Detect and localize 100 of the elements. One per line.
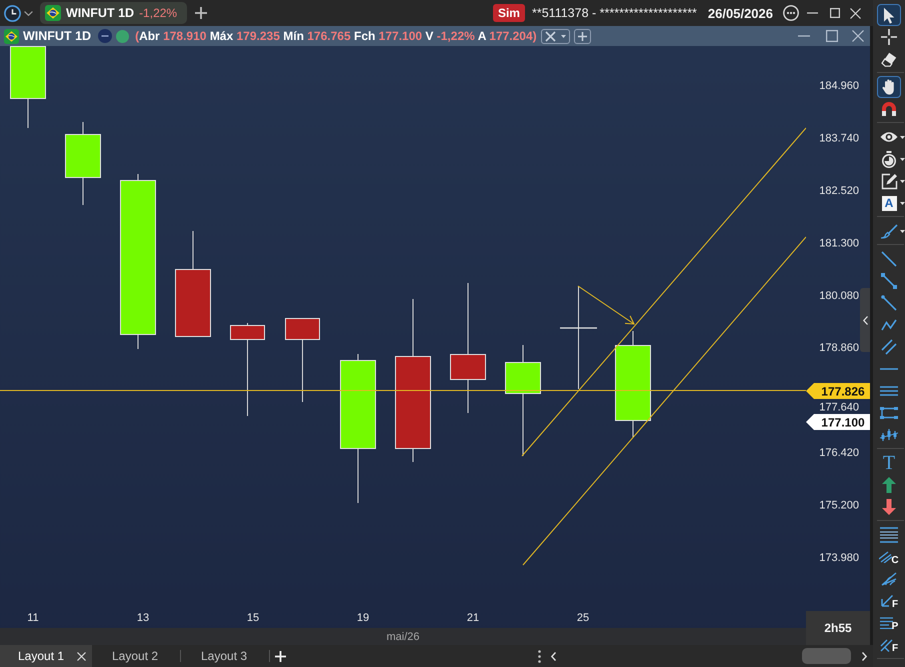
ray-line-icon [881,295,897,311]
clock-icon [4,4,21,22]
add-tab-button[interactable] [193,5,210,21]
close-icon [850,8,861,18]
scroll-right-button[interactable] [860,650,869,662]
countdown-label: 2h55 [824,621,852,635]
brush-icon [880,223,898,239]
pointer-tool-button[interactable] [877,4,901,26]
price-label: 177.640 [819,402,859,414]
price-label: 178.860 [819,342,859,354]
caret-down-icon [560,34,566,38]
range-icon [880,407,898,419]
plus-icon [578,32,587,40]
pane-close-button[interactable] [850,28,866,44]
clock-menu-button[interactable] [3,2,34,24]
crossed-lines-icon [880,638,893,652]
menu-icon[interactable] [538,650,541,662]
parallel-lines-icon [881,339,897,355]
price-label: 182.520 [819,184,859,197]
minimize-icon [798,35,810,37]
pencil-icon [880,172,898,190]
close-icon[interactable] [77,652,86,660]
trend-line[interactable] [522,128,806,456]
more-button[interactable] [781,3,801,23]
maximize-icon [826,30,838,42]
cross-levels-tool-button[interactable]: F [877,634,901,656]
axis-date-label: 21 [466,612,480,624]
chart-symbol: WINFUT 1D [23,29,92,43]
trend-line[interactable] [522,236,806,566]
arrow-levels-tool-button[interactable]: F [877,590,901,612]
fan-lines-icon [881,572,897,586]
collapse-panel-button[interactable] [860,288,870,352]
caret-down-icon [900,180,905,182]
hand-icon [882,79,896,95]
crossed-tools-icon [544,30,556,42]
axis-date-label: 25 [576,612,590,624]
chevron-down-icon [24,10,33,16]
price-tag: 177.826 [806,383,870,399]
scrollbar-thumb[interactable] [802,648,851,664]
month-label: mai/26 [386,630,420,642]
text-tool-button[interactable]: T [877,452,901,474]
chevron-right-icon [862,652,867,660]
round-logo-icon [98,29,112,43]
candlestick-icon [880,428,898,442]
price-label: 176.420 [819,447,859,460]
maximize-icon [830,8,840,18]
channel-levels-tool-button[interactable]: C [877,546,901,568]
axis-date-label: 11 [27,612,39,624]
drawing-tools-button[interactable] [540,28,570,44]
diagonal-line-icon [881,251,897,267]
hand-tool-button[interactable] [877,76,901,98]
up-arrow-icon [882,477,896,493]
stacked-lines-icon [880,527,898,543]
magnet-icon [881,102,897,116]
more-icon [783,5,799,21]
zigzag-icon [881,319,897,331]
price-label: 183.740 [819,132,859,144]
account-label: **5111378 - ******************** [532,6,697,20]
minimize-icon [807,12,818,14]
chevron-left-icon [862,316,868,324]
text-box-tool-button[interactable]: A [877,192,905,214]
levels-tool-button[interactable] [877,524,901,546]
price-label: 173.980 [819,552,859,564]
arrow[interactable] [578,286,635,325]
caret-down-icon [900,230,905,232]
stopwatch-icon [881,150,897,168]
cursor-icon [883,6,895,24]
pane-maximize-button[interactable] [824,28,840,44]
line-segment-icon [881,273,897,289]
down-arrow-icon [882,499,896,515]
diagonal-lines-icon [879,551,892,563]
eraser-icon [881,52,897,66]
horizontal-lines-icon [880,386,898,396]
add-indicator-button[interactable] [574,28,591,44]
axis-date-label: 13 [136,612,150,624]
diagonal-arrow-icon [880,594,893,608]
horizontal-line-icon [880,368,898,370]
price-label: 180.080 [819,290,859,302]
close-icon [852,30,864,42]
plus-icon [195,7,208,19]
eye-icon [880,131,898,143]
price-levels-tool-button[interactable]: P [877,612,901,634]
axis-date-label: 19 [356,612,370,624]
layout-tab[interactable]: Layout 1 [0,645,92,667]
flag-icon [45,5,61,21]
layout-tab[interactable]: Layout 3 [181,645,269,667]
price-label: 175.200 [819,500,859,512]
layout-tab[interactable]: Layout 2 [92,645,180,667]
plus-icon [275,650,286,662]
symbol-tab[interactable]: WINFUT 1D -1,22% [40,2,188,24]
caret-down-icon [900,158,905,160]
caret-down-icon [900,202,905,204]
quote-summary: (Abr 178.910 Máx 179.235 Mín 176.765 Fch 177.100 V -1,22% A 177.204) [135,29,537,43]
price-label: 184.960 [819,80,859,92]
status-dot-icon [116,30,130,42]
chevron-left-icon [551,652,556,660]
caret-down-icon [900,136,905,138]
lines-icon [880,617,893,629]
crosshair-icon [881,29,897,45]
price-label: 181.300 [819,237,859,250]
